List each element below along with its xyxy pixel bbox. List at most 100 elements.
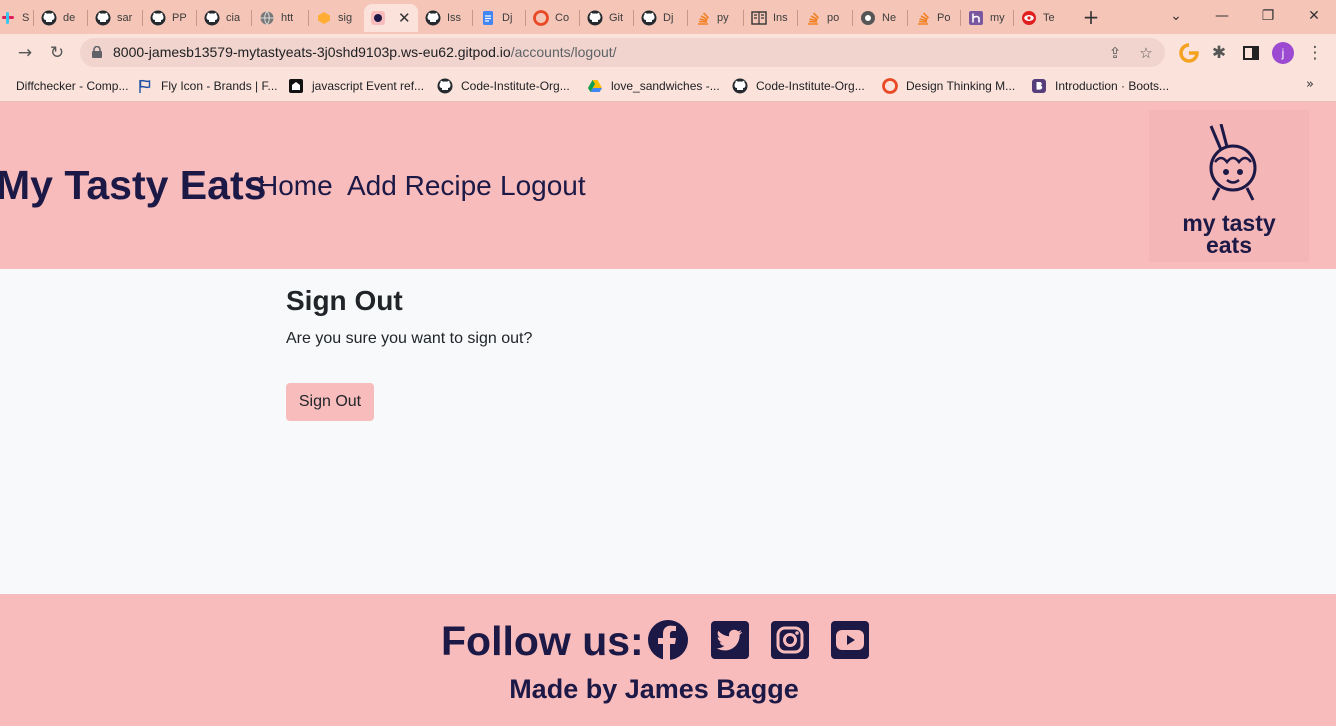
github-icon [587,10,603,26]
extensions-puzzle-icon[interactable]: ✱ [1208,42,1230,64]
tab-title: Co [555,12,570,24]
youtube-icon[interactable] [830,620,870,660]
browser-tab[interactable]: Dj [635,4,687,32]
noodle-bowl-mascot-icon [1209,124,1257,201]
instagram-icon[interactable] [770,620,810,660]
bookmark-item[interactable]: Design Thinking M... [882,77,1015,95]
browser-tab[interactable]: Iss [419,4,472,32]
tab-separator [142,10,143,26]
browser-tab[interactable]: po [799,4,852,32]
tab-title: Sla [22,12,30,24]
bookmark-label: Diffchecker - Comp... [16,79,129,93]
globe-icon [260,11,274,26]
github-icon [425,10,441,26]
browser-tab[interactable]: cia [198,4,251,32]
forward-icon[interactable]: → [14,42,36,64]
signout-message: Are you sure you want to sign out? [286,330,533,347]
stackoverflow-icon [698,12,710,25]
browser-tab[interactable]: Git [581,4,633,32]
side-panel-icon[interactable] [1240,42,1262,64]
nav-add-recipe[interactable]: Add Recipe [347,170,492,202]
browser-tab[interactable]: sig [310,4,362,32]
site-brand[interactable]: My Tasty Eats [0,162,266,209]
browser-tab[interactable]: Sla [0,4,30,32]
tab-title: PP [172,12,187,24]
sign-out-button[interactable]: Sign Out [286,383,374,421]
bookmarks-bar: Diffchecker - Comp... Fly Icon - Brands |… [0,71,1336,102]
tab-title: cia [226,12,241,24]
twitter-icon[interactable] [710,620,750,660]
tab-title: de [63,12,76,24]
tab-title: Ne [882,12,897,24]
browser-tab[interactable]: Dj [474,4,525,32]
bootstrap-icon [1032,79,1046,93]
close-window-icon[interactable]: ✕ [1302,5,1326,27]
slack-icon [2,12,14,24]
more-bookmarks-icon[interactable]: » [1306,77,1314,92]
facebook-icon[interactable] [648,620,688,660]
browser-tab[interactable]: Ins [745,4,797,32]
bookmark-item[interactable]: Introduction · Boots... [1031,77,1169,95]
bookmark-item[interactable]: Diffchecker - Comp... [0,77,128,95]
bookmark-label: Design Thinking M... [906,79,1016,93]
profile-avatar[interactable]: j [1272,42,1294,64]
github-icon [95,10,111,26]
tab-title: sig [338,12,353,24]
share-icon[interactable]: ⇪ [1106,44,1124,62]
browser-tab[interactable]: Te [1015,4,1067,32]
diffchecker-icon [0,78,8,94]
page-title: Sign Out [286,285,403,316]
tab-separator [907,10,908,26]
browser-tab[interactable]: Ne [854,4,907,32]
bookmark-item[interactable]: Code-Institute-Org... [437,77,570,95]
bookmark-star-icon[interactable]: ☆ [1137,44,1155,62]
browser-toolbar: → ↻ 8000-jamesb13579-mytastyeats-3j0shd9… [0,34,1336,71]
nav-home[interactable]: Home [258,170,333,202]
tab-title: my [990,12,1005,24]
browser-tab[interactable]: Po [909,4,960,32]
github-icon [641,10,657,26]
tab-title: Iss [447,12,462,24]
browser-tab[interactable]: htt [253,4,308,32]
tab-separator [525,10,526,26]
bookmark-item[interactable]: Code-Institute-Org... [732,77,865,95]
bookmark-item[interactable]: love_sandwiches -... [587,77,720,95]
made-by-credit: Made by James Bagge [509,674,799,704]
browser-tab[interactable]: py [689,4,743,32]
docs-icon [483,11,493,25]
extension-g-icon[interactable] [1178,42,1200,64]
url-path: /accounts/logout/ [510,44,617,60]
tab-separator [33,10,34,26]
restore-icon[interactable]: ❐ [1256,5,1280,27]
browser-tab[interactable]: sar [89,4,142,32]
tab-title: po [827,12,840,24]
address-bar[interactable]: 8000-jamesb13579-mytastyeats-3j0shd9103p… [80,38,1165,67]
tab-search-icon[interactable]: ⌄ [1164,5,1188,27]
browser-tab-strip: Sla de sar PP cia htt sig ✕ Iss Dj Co Git Dj py Ins po N… [0,0,1336,34]
bookmark-item[interactable]: Fly Icon - Brands | F... [137,77,277,95]
tab-active[interactable]: ✕ [364,4,418,32]
menu-kebab-icon[interactable]: ⋮ [1304,42,1326,64]
lock-icon [92,46,102,58]
codeinstitute-icon [533,10,549,26]
browser-tab[interactable]: de [35,4,87,32]
minimize-icon[interactable]: — [1210,5,1234,27]
logo-text-line2: eats [1205,232,1253,258]
bookmark-item[interactable]: javascript Event ref... [288,77,424,95]
browser-tab[interactable]: my [962,4,1013,32]
close-tab-icon[interactable]: ✕ [398,9,411,27]
codeinstitute-icon [882,78,898,94]
gitpod-icon [318,12,330,24]
nav-logout[interactable]: Logout [500,170,586,202]
browser-tab[interactable]: PP [144,4,196,32]
github-icon [204,10,220,26]
tab-separator [687,10,688,26]
reload-icon[interactable]: ↻ [46,42,68,64]
new-tab-button[interactable]: + [1080,6,1102,28]
tab-separator [472,10,473,26]
tab-separator [743,10,744,26]
tab-separator [960,10,961,26]
tab-title: Po [937,12,951,24]
browser-tab[interactable]: Co [527,4,579,32]
github-icon [41,10,57,26]
